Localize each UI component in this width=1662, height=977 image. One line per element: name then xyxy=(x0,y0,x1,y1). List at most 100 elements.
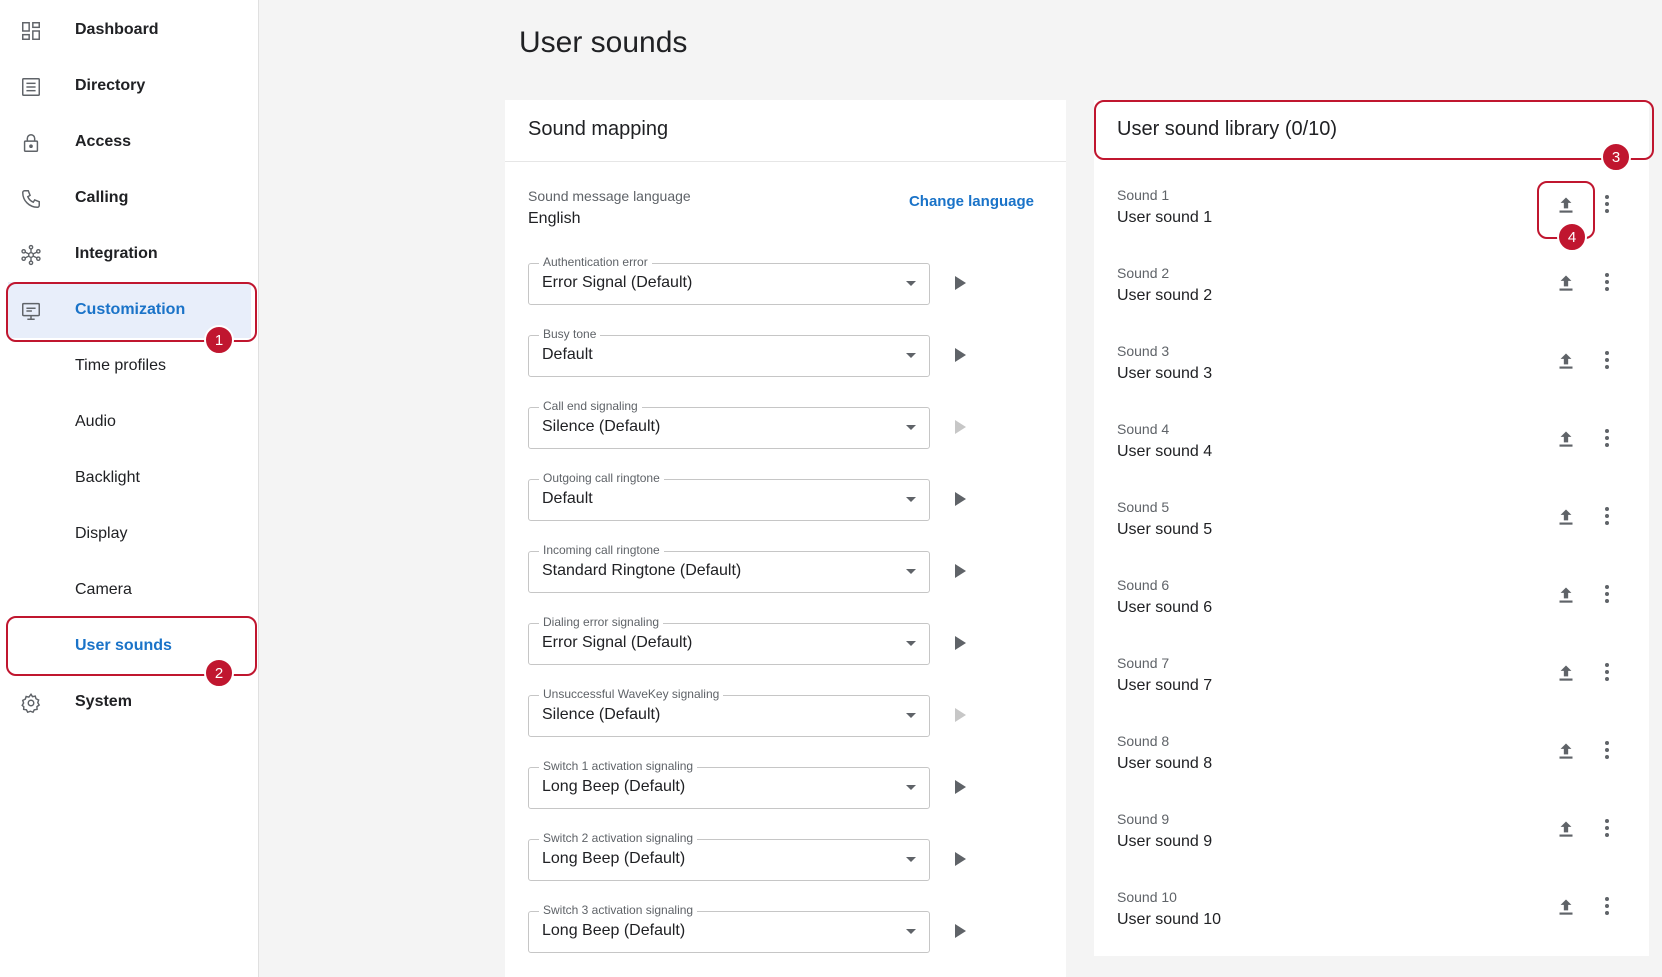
play-button[interactable] xyxy=(950,921,970,941)
sidebar-item-label: Directory xyxy=(75,77,146,94)
field-value: Error Signal (Default) xyxy=(542,634,693,651)
customization-icon xyxy=(19,299,43,323)
play-icon xyxy=(954,636,966,650)
switch-1-activation-select[interactable]: Switch 1 activation signaling Long Beep … xyxy=(528,759,930,809)
sidebar-item-audio[interactable]: Audio xyxy=(0,394,258,450)
card-header: User sound library (0/10) xyxy=(1094,100,1649,161)
sidebar-item-label: Display xyxy=(75,525,128,542)
more-options-icon[interactable] xyxy=(1597,737,1617,763)
more-options-icon[interactable] xyxy=(1597,659,1617,685)
field-label: Dialing error signaling xyxy=(539,615,664,629)
callout-badge: 3 xyxy=(1601,142,1631,172)
upload-icon[interactable] xyxy=(1553,425,1579,451)
sidebar-item-label: Customization xyxy=(75,301,186,318)
language-value: English xyxy=(528,210,581,227)
change-language-link[interactable]: Change language xyxy=(909,193,1034,210)
chevron-down-icon xyxy=(906,641,916,646)
upload-icon[interactable] xyxy=(1553,269,1579,295)
sidebar-item-label: Camera xyxy=(75,581,132,598)
play-button[interactable] xyxy=(950,849,970,869)
sidebar-item-camera[interactable]: Camera xyxy=(0,562,258,618)
play-button[interactable] xyxy=(950,345,970,365)
sound-name: User sound 7 xyxy=(1117,677,1213,694)
sound-label: Sound 8 xyxy=(1117,733,1170,749)
upload-icon[interactable] xyxy=(1553,659,1579,685)
switch-3-activation-select[interactable]: Switch 3 activation signaling Long Beep … xyxy=(528,903,930,953)
sidebar-item-label: System xyxy=(75,693,132,710)
call-end-signaling-select[interactable]: Call end signaling Silence (Default) xyxy=(528,399,930,449)
list-item: Sound 3 User sound 3 xyxy=(1094,343,1649,421)
more-options-icon[interactable] xyxy=(1597,191,1617,217)
chevron-down-icon xyxy=(906,425,916,430)
page-title: User sounds xyxy=(519,26,688,59)
play-button[interactable] xyxy=(950,561,970,581)
upload-icon[interactable] xyxy=(1553,191,1579,217)
play-button[interactable] xyxy=(950,777,970,797)
sound-name: User sound 4 xyxy=(1117,443,1213,460)
field-label: Switch 1 activation signaling xyxy=(539,759,698,773)
play-button[interactable] xyxy=(950,417,970,437)
upload-icon[interactable] xyxy=(1553,581,1579,607)
outgoing-call-ringtone-select[interactable]: Outgoing call ringtone Default xyxy=(528,471,930,521)
field-label: Unsuccessful WaveKey signaling xyxy=(539,687,724,701)
sound-label: Sound 1 xyxy=(1117,187,1170,203)
field-label: Call end signaling xyxy=(539,399,642,413)
chevron-down-icon xyxy=(906,569,916,574)
field-label: Switch 2 activation signaling xyxy=(539,831,698,845)
sidebar-item-display[interactable]: Display xyxy=(0,506,258,562)
sidebar-item-backlight[interactable]: Backlight xyxy=(0,450,258,506)
dashboard-icon xyxy=(19,19,43,43)
more-options-icon[interactable] xyxy=(1597,815,1617,841)
more-options-icon[interactable] xyxy=(1597,269,1617,295)
sound-label: Sound 4 xyxy=(1117,421,1170,437)
field-label: Busy tone xyxy=(539,327,601,341)
more-options-icon[interactable] xyxy=(1597,425,1617,451)
sidebar-item-calling[interactable]: Calling xyxy=(0,170,258,226)
sound-label: Sound 9 xyxy=(1117,811,1170,827)
play-button[interactable] xyxy=(950,489,970,509)
upload-icon[interactable] xyxy=(1553,347,1579,373)
more-options-icon[interactable] xyxy=(1597,347,1617,373)
more-options-icon[interactable] xyxy=(1597,581,1617,607)
list-item: Sound 5 User sound 5 xyxy=(1094,499,1649,577)
sidebar-item-access[interactable]: Access xyxy=(0,114,258,170)
field-value: Long Beep (Default) xyxy=(542,778,686,795)
play-button[interactable] xyxy=(950,633,970,653)
sidebar: Dashboard Directory Access Calling Integ… xyxy=(0,0,259,977)
sound-mapping-card: Sound mapping Sound message language Eng… xyxy=(505,100,1066,977)
sidebar-item-label: User sounds xyxy=(75,637,172,654)
more-options-icon[interactable] xyxy=(1597,503,1617,529)
field-value: Standard Ringtone (Default) xyxy=(542,562,742,579)
sound-label: Sound 10 xyxy=(1117,889,1177,905)
switch-2-activation-select[interactable]: Switch 2 activation signaling Long Beep … xyxy=(528,831,930,881)
list-item: Sound 4 User sound 4 xyxy=(1094,421,1649,499)
list-item: Sound 8 User sound 8 xyxy=(1094,733,1649,811)
play-button[interactable] xyxy=(950,273,970,293)
chevron-down-icon xyxy=(906,353,916,358)
field-value: Long Beep (Default) xyxy=(542,850,686,867)
incoming-call-ringtone-select[interactable]: Incoming call ringtone Standard Ringtone… xyxy=(528,543,930,593)
dialing-error-signaling-select[interactable]: Dialing error signaling Error Signal (De… xyxy=(528,615,930,665)
busy-tone-select[interactable]: Busy tone Default xyxy=(528,327,930,377)
sound-label: Sound 7 xyxy=(1117,655,1170,671)
upload-icon[interactable] xyxy=(1553,893,1579,919)
field-label: Incoming call ringtone xyxy=(539,543,664,557)
sidebar-item-dashboard[interactable]: Dashboard xyxy=(0,2,258,58)
sidebar-item-directory[interactable]: Directory xyxy=(0,58,258,114)
sound-name: User sound 6 xyxy=(1117,599,1213,616)
sound-name: User sound 3 xyxy=(1117,365,1213,382)
sidebar-item-integration[interactable]: Integration xyxy=(0,226,258,282)
integration-icon xyxy=(19,243,43,267)
upload-icon[interactable] xyxy=(1553,737,1579,763)
directory-icon xyxy=(19,75,43,99)
play-button[interactable] xyxy=(950,705,970,725)
sidebar-item-label: Access xyxy=(75,133,132,150)
unsuccessful-wavekey-signaling-select[interactable]: Unsuccessful WaveKey signaling Silence (… xyxy=(528,687,930,737)
upload-icon[interactable] xyxy=(1553,815,1579,841)
list-item: Sound 2 User sound 2 xyxy=(1094,265,1649,343)
authentication-error-select[interactable]: Authentication error Error Signal (Defau… xyxy=(528,255,930,305)
sound-name: User sound 5 xyxy=(1117,521,1213,538)
sidebar-item-label: Time profiles xyxy=(75,357,166,374)
upload-icon[interactable] xyxy=(1553,503,1579,529)
more-options-icon[interactable] xyxy=(1597,893,1617,919)
